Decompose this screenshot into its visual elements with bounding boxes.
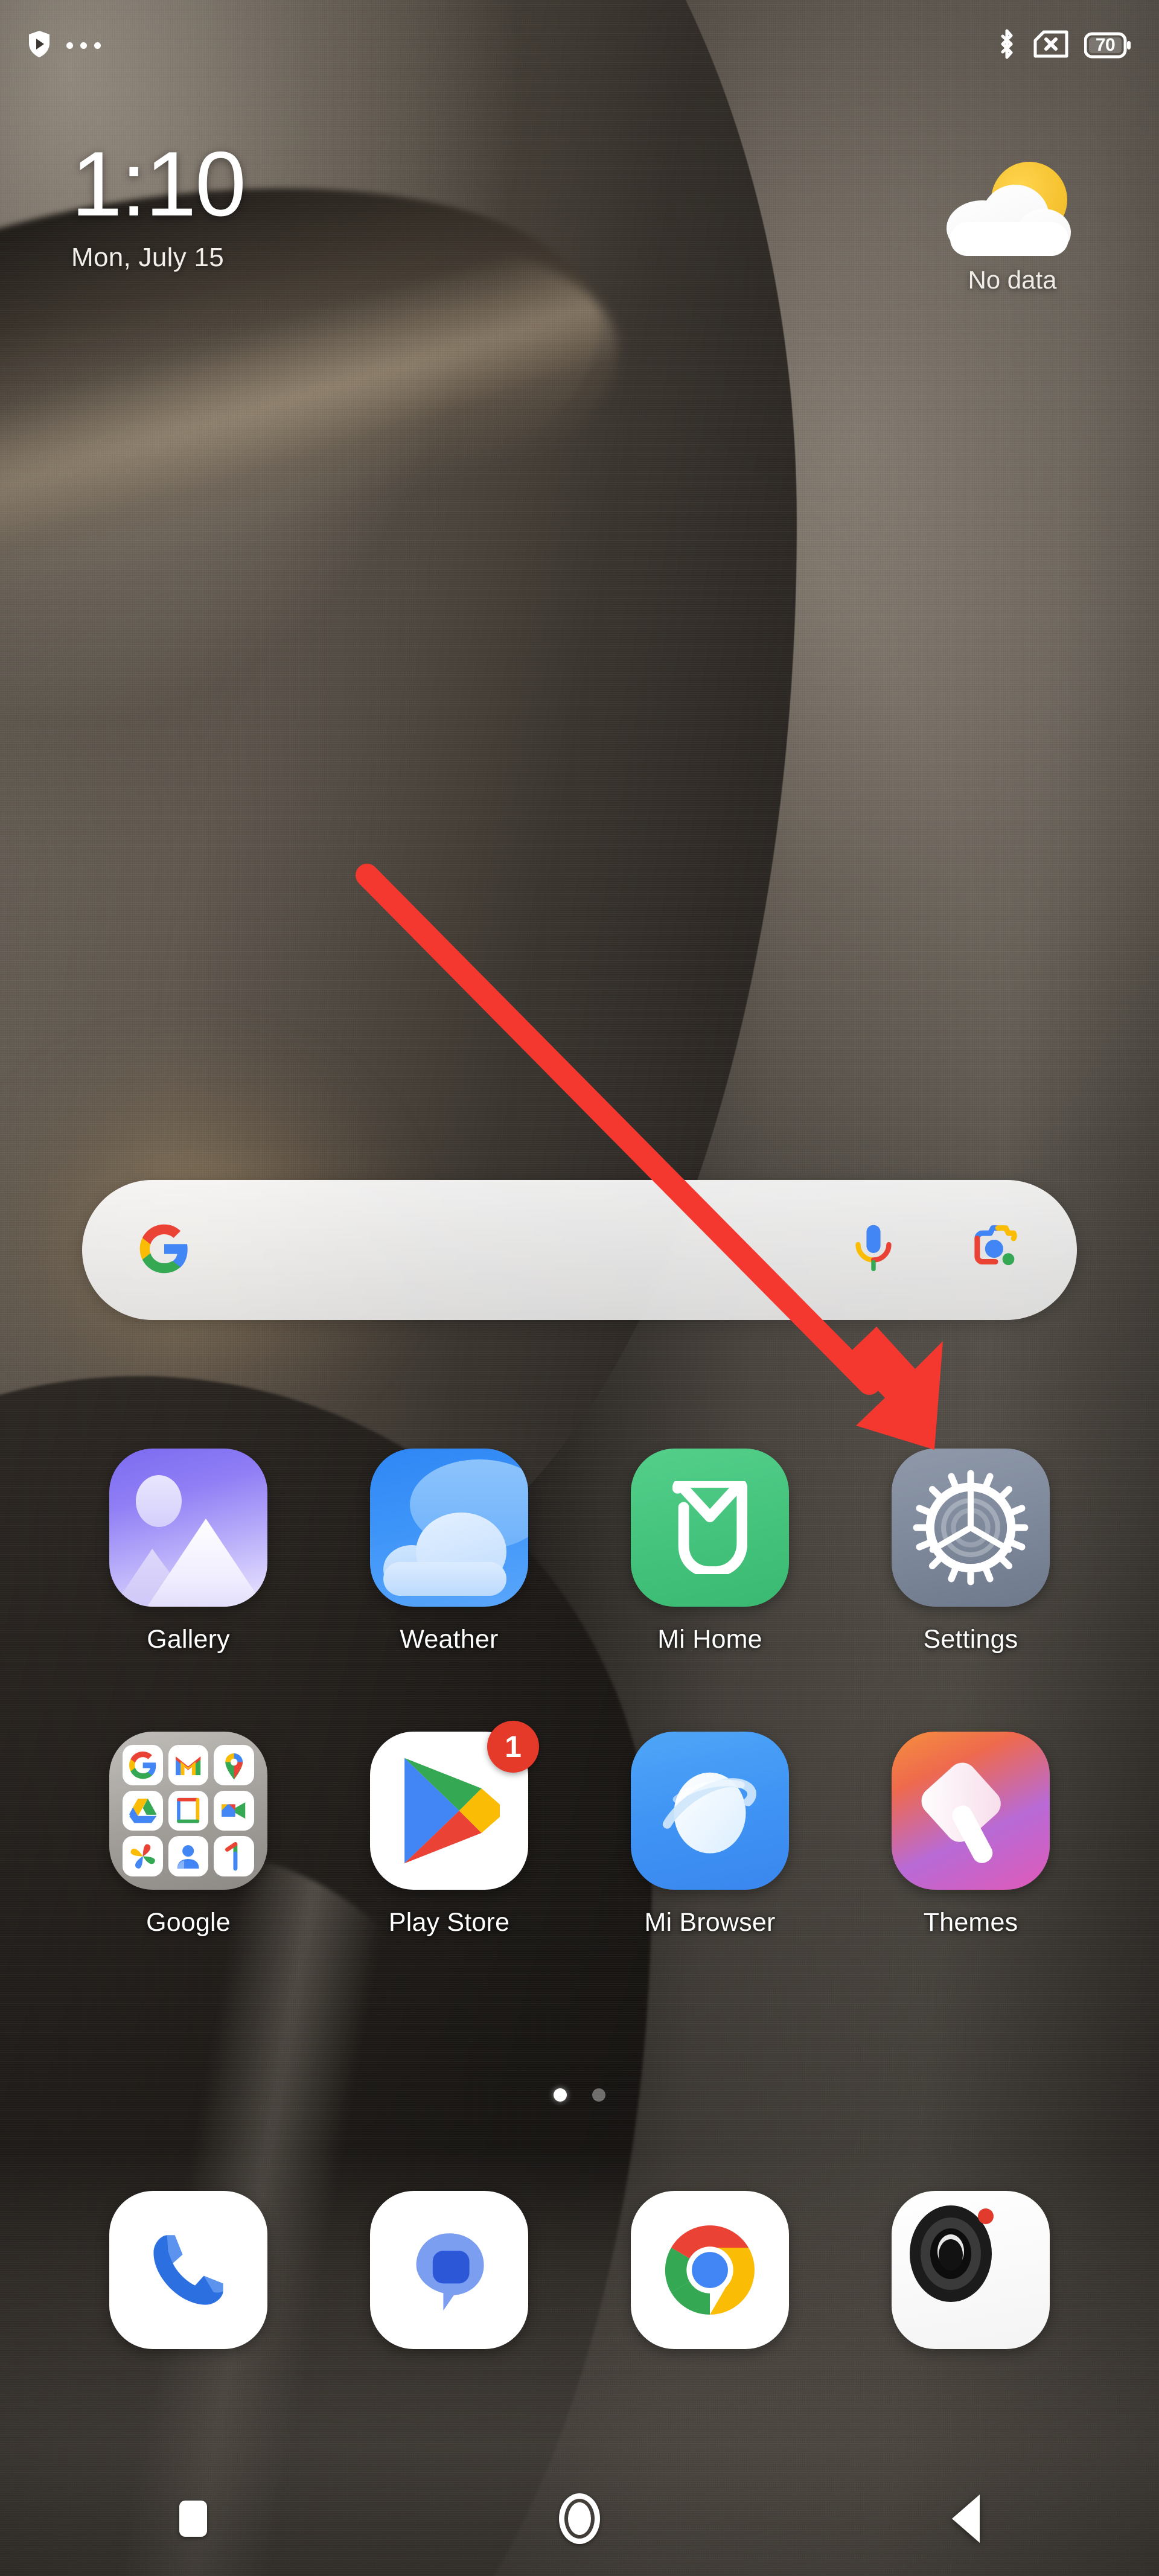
home-circle-icon[interactable] [513, 2482, 646, 2555]
app-label: Settings [923, 1625, 1018, 1654]
app-themes[interactable]: Themes [880, 1732, 1061, 1937]
google-g-icon [138, 1222, 191, 1278]
status-bar: 70 [0, 0, 1159, 91]
page-indicator[interactable] [0, 2088, 1159, 2102]
app-label: Mi Home [657, 1625, 762, 1654]
bluetooth-icon [996, 28, 1018, 63]
microphone-icon[interactable] [850, 1222, 897, 1278]
google-search-bar[interactable] [82, 1180, 1077, 1320]
folder-mini-meet [214, 1790, 254, 1831]
dock [0, 2191, 1159, 2349]
dock-app-messages[interactable] [359, 2191, 540, 2349]
folder-mini-gmail [168, 1745, 209, 1785]
folder-mini-calendar [168, 1790, 209, 1831]
app-weather[interactable]: Weather [359, 1449, 540, 1654]
app-label: Themes [923, 1908, 1018, 1937]
app-mi-home[interactable]: Mi Home [619, 1449, 800, 1654]
folder-mini-drive [123, 1790, 163, 1831]
page-dot-inactive[interactable] [592, 2088, 605, 2102]
app-label: Mi Browser [644, 1908, 776, 1937]
weather-widget[interactable]: No data [937, 158, 1088, 295]
google-folder-icon[interactable] [109, 1732, 267, 1890]
folder-mini-google [123, 1745, 163, 1785]
recents-square-icon[interactable] [127, 2482, 260, 2555]
shield-play-icon [28, 30, 51, 61]
camera-icon[interactable] [892, 2191, 1050, 2349]
weather-icon[interactable] [370, 1449, 528, 1607]
folder-mini-google-one [214, 1836, 254, 1876]
status-bar-left [28, 30, 101, 61]
navigation-bar [0, 2461, 1159, 2576]
clock-widget[interactable]: 1:10 Mon, July 15 [71, 133, 246, 273]
app-label: Gallery [147, 1625, 230, 1654]
settings-icon[interactable] [892, 1449, 1050, 1607]
google-lens-icon[interactable] [969, 1223, 1021, 1278]
app-label: Weather [400, 1625, 499, 1654]
app-settings[interactable]: Settings [880, 1449, 1061, 1654]
search-input[interactable] [191, 1180, 850, 1320]
mi-home-icon[interactable] [631, 1449, 789, 1607]
gallery-icon[interactable] [109, 1449, 267, 1607]
app-label: Google [146, 1908, 231, 1937]
app-mi-browser[interactable]: Mi Browser [619, 1732, 800, 1937]
messages-icon[interactable] [370, 2191, 528, 2349]
weather-status-label: No data [968, 266, 1057, 294]
overflow-dots-icon [66, 42, 101, 49]
folder-mini-contacts [168, 1836, 209, 1876]
dock-app-phone[interactable] [98, 2191, 279, 2349]
clock-date: Mon, July 15 [71, 242, 225, 272]
themes-icon[interactable] [892, 1732, 1050, 1890]
clock-time: 1:10 [71, 133, 246, 235]
dock-app-chrome[interactable] [619, 2191, 800, 2349]
status-bar-right: 70 [996, 28, 1131, 63]
app-label: Play Store [388, 1908, 510, 1937]
chrome-icon[interactable] [631, 2191, 789, 2349]
back-triangle-icon[interactable] [899, 2482, 1032, 2555]
battery-level-label: 70 [1095, 35, 1116, 55]
mi-browser-icon[interactable] [631, 1732, 789, 1890]
partly-cloudy-icon [937, 158, 1088, 261]
app-row: Gallery Weather Mi Home Settings [0, 1449, 1159, 1654]
app-google-folder[interactable]: Google [98, 1732, 279, 1937]
no-sim-icon [1033, 30, 1068, 61]
status-badge: 1 [487, 1721, 539, 1773]
page-dot-active[interactable] [554, 2088, 567, 2102]
phone-icon[interactable] [109, 2191, 267, 2349]
app-grid: Gallery Weather Mi Home Settings Google … [0, 1449, 1159, 1937]
play-store-icon[interactable]: 1 [370, 1721, 539, 1890]
folder-mini-photos [123, 1836, 163, 1876]
phone-home-screen: 70 1:10 Mon, July 15 No data Gallery Wea… [0, 0, 1159, 2576]
dock-app-camera[interactable] [880, 2191, 1061, 2349]
folder-mini-maps [214, 1745, 254, 1785]
battery-icon: 70 [1084, 32, 1131, 59]
app-gallery[interactable]: Gallery [98, 1449, 279, 1654]
app-row: Google 1 Play Store Mi Browser Themes [0, 1721, 1159, 1937]
app-play-store[interactable]: 1 Play Store [359, 1721, 540, 1937]
